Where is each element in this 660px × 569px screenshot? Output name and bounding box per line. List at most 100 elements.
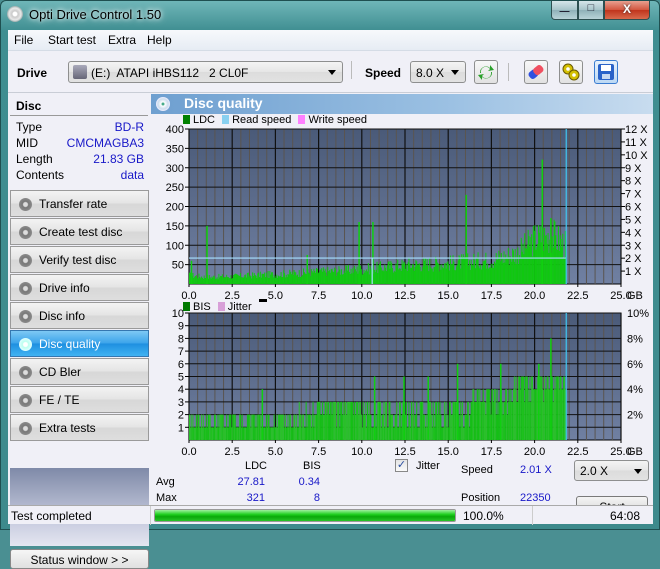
data-bar xyxy=(322,267,324,284)
menu-extra[interactable]: Extra xyxy=(108,33,136,47)
speed-select[interactable]: 8.0 X xyxy=(410,61,466,83)
data-bar xyxy=(252,275,254,284)
data-bar xyxy=(464,258,466,284)
sidebar-item-disc-quality[interactable]: Disc quality xyxy=(10,330,149,357)
data-bar xyxy=(431,427,433,440)
data-bar xyxy=(345,265,347,284)
data-bar xyxy=(486,268,488,284)
data-bar xyxy=(200,427,202,440)
menu-start-test[interactable]: Start test xyxy=(48,33,96,47)
data-bar xyxy=(234,273,236,284)
title-bar[interactable]: Opti Drive Control 1.50 — □ X xyxy=(1,1,659,29)
data-bar xyxy=(341,274,343,284)
data-bar xyxy=(429,401,431,440)
data-bar xyxy=(213,275,215,284)
data-bar xyxy=(475,401,477,440)
data-bar xyxy=(237,427,239,440)
data-bar xyxy=(481,269,483,284)
sidebar-item-transfer-rate[interactable]: Transfer rate xyxy=(10,190,149,217)
disc-icon xyxy=(19,366,32,379)
data-bar xyxy=(504,262,506,284)
refresh-button[interactable] xyxy=(474,60,498,84)
data-bar xyxy=(333,401,335,440)
save-button[interactable] xyxy=(594,60,618,84)
sidebar-item-extra-tests[interactable]: Extra tests xyxy=(10,414,149,441)
data-bar xyxy=(525,248,527,284)
data-bar xyxy=(338,401,340,440)
sidebar-item-create-test-disc[interactable]: Create test disc xyxy=(10,218,149,245)
data-bar xyxy=(199,276,201,284)
data-bar xyxy=(276,414,278,440)
maximize-button[interactable]: □ xyxy=(578,1,604,20)
data-bar xyxy=(209,414,211,440)
data-bar xyxy=(279,275,281,284)
legend-swatch xyxy=(298,115,306,124)
checkmark-icon: ✓ xyxy=(396,459,407,471)
status-bar: Test completed 100.0% 64:08 xyxy=(8,505,653,525)
data-bar xyxy=(414,414,416,440)
minimize-button[interactable]: — xyxy=(551,1,578,20)
data-bar xyxy=(525,247,527,284)
eraser-icon xyxy=(528,65,544,79)
drive-select[interactable]: (E:) ATAPI iHBS112 2 CL0F xyxy=(68,61,343,83)
x-tick-label: 17.5 xyxy=(481,290,502,302)
stats-header-ldc: LDC xyxy=(245,460,268,472)
data-bar xyxy=(433,414,435,440)
data-bar xyxy=(469,269,471,284)
data-bar xyxy=(354,401,356,440)
data-bar xyxy=(489,401,491,440)
data-bar xyxy=(317,273,319,284)
sidebar-item-disc-info[interactable]: Disc info xyxy=(10,302,149,329)
data-bar xyxy=(411,267,413,284)
speed-readout-label: Speed xyxy=(461,464,493,476)
menu-help[interactable]: Help xyxy=(147,33,172,47)
data-bar xyxy=(421,401,423,440)
data-bar xyxy=(201,276,203,284)
data-bar xyxy=(223,277,225,284)
data-bar xyxy=(394,414,396,440)
data-bar xyxy=(393,270,395,284)
data-bar xyxy=(330,401,332,440)
sidebar-item-fe-te[interactable]: FE / TE xyxy=(10,386,149,413)
data-bar xyxy=(529,376,531,440)
data-bar xyxy=(426,427,428,440)
data-bar xyxy=(271,272,273,284)
data-bar xyxy=(222,414,224,440)
jitter-checkbox[interactable]: ✓ xyxy=(395,459,408,472)
erase-button[interactable] xyxy=(524,60,548,84)
data-bar xyxy=(304,427,306,440)
menu-file[interactable]: File xyxy=(14,33,33,47)
sidebar-item-drive-info[interactable]: Drive info xyxy=(10,274,149,301)
data-bar xyxy=(417,427,419,440)
data-bar xyxy=(277,277,279,284)
data-bar xyxy=(285,274,287,284)
data-bar xyxy=(537,243,539,284)
data-bar xyxy=(526,244,528,284)
data-bar xyxy=(326,276,328,284)
data-bar xyxy=(218,427,220,440)
data-bar xyxy=(464,414,466,440)
test-speed-select[interactable]: 2.0 X xyxy=(574,460,649,481)
sidebar-item-cd-bler[interactable]: CD Bler xyxy=(10,358,149,385)
data-bar xyxy=(208,414,210,440)
data-bar xyxy=(455,401,457,440)
sidebar-item-verify-test-disc[interactable]: Verify test disc xyxy=(10,246,149,273)
data-bar xyxy=(321,268,323,284)
data-bar xyxy=(246,414,248,440)
status-window-button[interactable]: Status window > > xyxy=(10,549,149,569)
data-bar xyxy=(323,270,325,284)
bis-chart: 12345678910 2% 4% 6% 8% 10% 0.0 2.5 5.0 7.5 10.0 12… xyxy=(172,309,649,458)
y-tick-label: 300 xyxy=(166,163,184,175)
data-bar xyxy=(362,273,364,284)
data-bar xyxy=(497,258,499,284)
settings-button[interactable] xyxy=(559,60,583,84)
data-bar xyxy=(513,261,515,284)
status-divider xyxy=(532,506,533,525)
data-bar xyxy=(360,265,362,284)
data-bar xyxy=(548,389,550,440)
data-bar xyxy=(552,401,554,440)
close-button[interactable]: X xyxy=(604,1,650,20)
data-bar xyxy=(519,376,521,440)
y-tick-label: 8 xyxy=(178,333,184,345)
data-bar xyxy=(252,272,254,284)
